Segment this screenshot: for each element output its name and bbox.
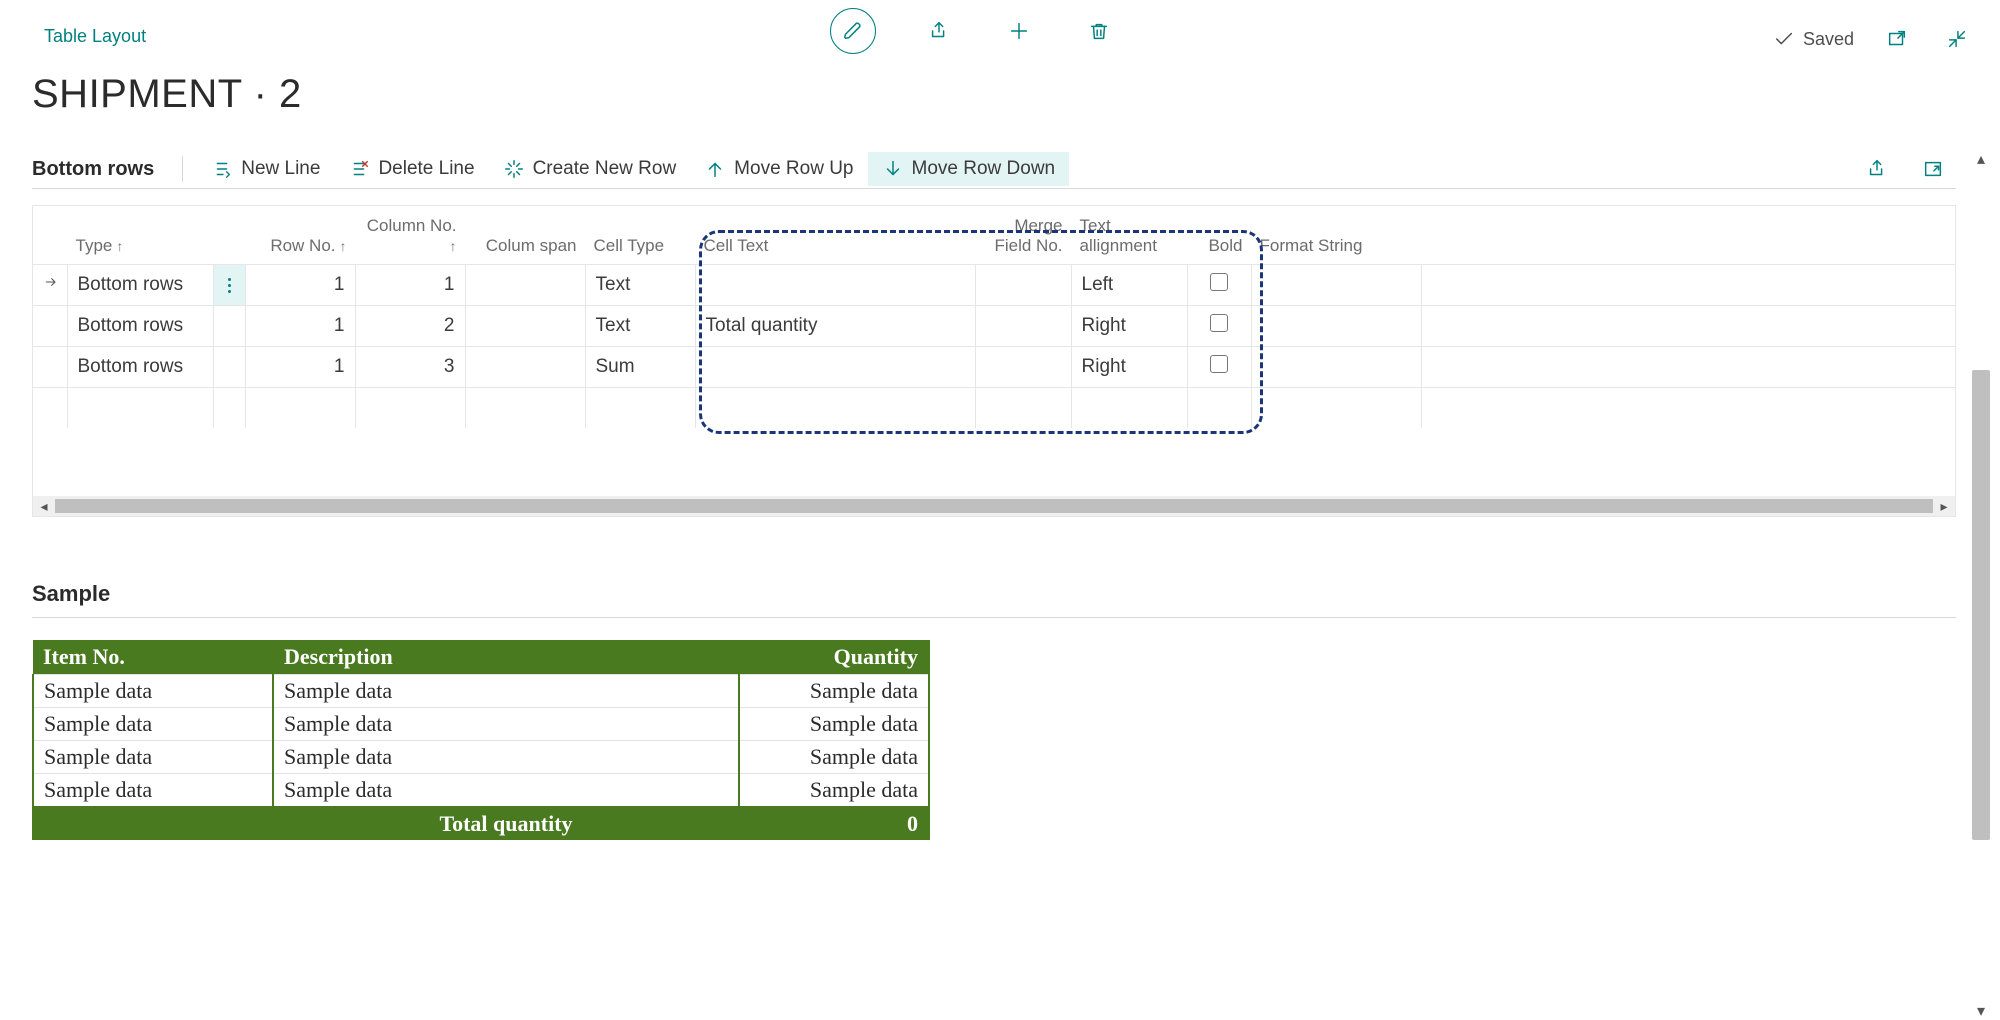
col-header-colum-span[interactable]: Colum span (465, 206, 585, 265)
sample-col-description: Description (273, 640, 739, 675)
cell-type[interactable]: Bottom rows (67, 306, 213, 347)
col-header-column-no[interactable]: Column No.↑ (355, 206, 465, 265)
sample-cell: Sample data (739, 741, 929, 774)
cell-type[interactable]: Bottom rows (67, 265, 213, 306)
sample-cell: Sample data (739, 675, 929, 708)
row-menu-button[interactable] (213, 265, 245, 306)
cell-format-string[interactable] (1251, 265, 1421, 306)
cell-column-no[interactable]: 1 (355, 265, 465, 306)
cell-merge-field-no[interactable] (975, 265, 1071, 306)
cell-type[interactable]: Bottom rows (67, 347, 213, 388)
cell-format-string[interactable] (1251, 306, 1421, 347)
col-header-row-no[interactable]: Row No.↑ (245, 206, 355, 265)
sample-table-row: Sample dataSample dataSample data (33, 675, 929, 708)
delete-line-button[interactable]: Delete Line (334, 152, 488, 186)
cell-merge-field-no[interactable] (975, 306, 1071, 347)
create-new-row-button[interactable]: Create New Row (489, 152, 691, 186)
table-row[interactable]: Bottom rows 1 2 Text Total quantity Righ… (33, 306, 1955, 347)
share-button[interactable] (922, 14, 956, 48)
new-button[interactable] (1002, 14, 1036, 48)
col-header-cell-type[interactable]: Cell Type (585, 206, 695, 265)
sample-col-quantity: Quantity (739, 640, 929, 675)
cell-text-alignment[interactable]: Right (1071, 306, 1187, 347)
bottom-rows-grid[interactable]: Type↑ Row No.↑ Column No.↑ Colum span Ce… (32, 205, 1956, 517)
col-header-type[interactable]: Type↑ (67, 206, 213, 265)
move-row-up-button[interactable]: Move Row Up (690, 152, 867, 186)
sample-table: Item No. Description Quantity Sample dat… (32, 640, 930, 840)
col-header-bold[interactable]: Bold (1187, 206, 1251, 265)
grid-horizontal-scrollbar[interactable]: ◂ ▸ (33, 496, 1955, 516)
row-selector-icon[interactable] (33, 265, 67, 306)
cell-bold[interactable] (1187, 347, 1251, 388)
saved-indicator: Saved (1773, 28, 1854, 50)
cell-cell-type[interactable]: Text (585, 306, 695, 347)
table-row-empty[interactable] (33, 388, 1955, 429)
sample-cell: Sample data (273, 774, 739, 808)
popout-button[interactable] (1880, 22, 1914, 56)
new-line-label: New Line (241, 158, 320, 180)
move-row-down-label: Move Row Down (912, 158, 1056, 180)
cell-cell-text[interactable] (695, 265, 975, 306)
section-label-bottom-rows: Bottom rows (32, 158, 168, 181)
cell-bold[interactable] (1187, 306, 1251, 347)
cell-text-alignment[interactable]: Left (1071, 265, 1187, 306)
cell-cell-text[interactable] (695, 347, 975, 388)
sample-footer-label: Total quantity (273, 807, 739, 840)
checkbox-icon[interactable] (1210, 273, 1228, 291)
grid-expand-button[interactable] (1916, 152, 1950, 186)
cell-colum-span[interactable] (465, 347, 585, 388)
sample-table-row: Sample dataSample dataSample data (33, 774, 929, 808)
create-new-row-label: Create New Row (533, 158, 677, 180)
cell-text-alignment[interactable]: Right (1071, 347, 1187, 388)
cell-colum-span[interactable] (465, 306, 585, 347)
cell-cell-text[interactable]: Total quantity (695, 306, 975, 347)
cell-row-no[interactable]: 1 (245, 265, 355, 306)
sample-cell: Sample data (739, 708, 929, 741)
cell-colum-span[interactable] (465, 265, 585, 306)
table-row[interactable]: Bottom rows 1 3 Sum Right (33, 347, 1955, 388)
sample-table-row: Sample dataSample dataSample data (33, 708, 929, 741)
col-header-merge-field-no[interactable]: Merge Field No. (975, 206, 1071, 265)
move-row-up-label: Move Row Up (734, 158, 853, 180)
sample-cell: Sample data (33, 708, 273, 741)
checkbox-icon[interactable] (1210, 314, 1228, 332)
col-header-cell-text[interactable]: Cell Text (695, 206, 975, 265)
sample-col-item-no: Item No. (33, 640, 273, 675)
sample-cell: Sample data (739, 774, 929, 808)
table-row[interactable]: Bottom rows 1 1 Text Left (33, 265, 1955, 306)
checkbox-icon[interactable] (1210, 355, 1228, 373)
collapse-button[interactable] (1940, 22, 1974, 56)
sample-cell: Sample data (33, 774, 273, 808)
cell-row-no[interactable]: 1 (245, 347, 355, 388)
cell-row-no[interactable]: 1 (245, 306, 355, 347)
cell-cell-type[interactable]: Sum (585, 347, 695, 388)
edit-button[interactable] (830, 8, 876, 54)
page-title: SHIPMENT · 2 (32, 72, 302, 117)
grid-share-button[interactable] (1860, 152, 1894, 186)
sample-table-row: Sample dataSample dataSample data (33, 741, 929, 774)
cell-cell-type[interactable]: Text (585, 265, 695, 306)
sample-footer-value: 0 (739, 807, 929, 840)
sample-cell: Sample data (273, 708, 739, 741)
col-header-text-alignment[interactable]: Text allignment (1071, 206, 1187, 265)
new-line-button[interactable]: New Line (197, 152, 334, 186)
cell-bold[interactable] (1187, 265, 1251, 306)
cell-column-no[interactable]: 2 (355, 306, 465, 347)
delete-button[interactable] (1082, 14, 1116, 48)
sample-cell: Sample data (273, 675, 739, 708)
cell-merge-field-no[interactable] (975, 347, 1071, 388)
sample-cell: Sample data (33, 741, 273, 774)
delete-line-label: Delete Line (378, 158, 474, 180)
page-vertical-scrollbar[interactable]: ▴ ▾ (1972, 150, 1990, 1020)
col-header-format-string[interactable]: Format String (1251, 206, 1421, 265)
cell-column-no[interactable]: 3 (355, 347, 465, 388)
move-row-down-button[interactable]: Move Row Down (868, 152, 1070, 186)
sample-section-title: Sample (32, 581, 1956, 618)
saved-label: Saved (1803, 29, 1854, 50)
cell-format-string[interactable] (1251, 347, 1421, 388)
sample-cell: Sample data (273, 741, 739, 774)
sample-cell: Sample data (33, 675, 273, 708)
breadcrumb[interactable]: Table Layout (44, 26, 146, 47)
